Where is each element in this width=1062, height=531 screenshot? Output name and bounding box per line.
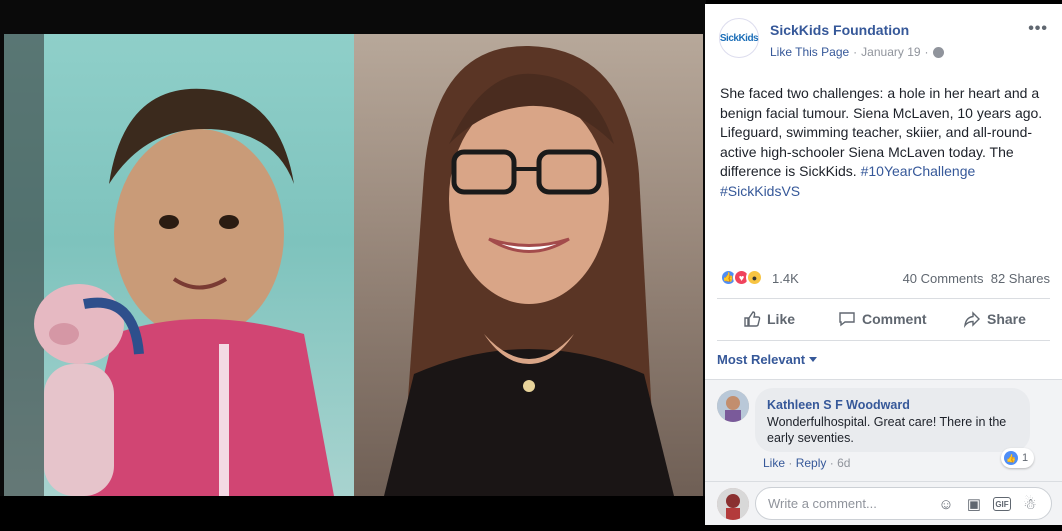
post-text: She faced two challenges: a hole in her … xyxy=(720,84,1050,201)
globe-icon xyxy=(932,46,944,58)
share-arrow-icon xyxy=(963,311,980,328)
comments-count[interactable]: 40 Comments xyxy=(903,271,984,286)
comments-section: Kathleen S F Woodward Wonderfulhospital.… xyxy=(705,379,1062,525)
divider xyxy=(717,340,1050,341)
comment-reaction-count: 1 xyxy=(1022,452,1029,464)
gif-icon[interactable]: GIF xyxy=(993,497,1011,511)
commenter-avatar[interactable] xyxy=(717,390,749,422)
comment-like-link[interactable]: Like xyxy=(763,456,785,470)
wow-reaction-icon: ● xyxy=(746,269,763,286)
comment-action-separator: · xyxy=(788,456,793,470)
comment-label: Comment xyxy=(862,311,927,327)
page-name-link[interactable]: SickKids Foundation xyxy=(770,22,909,38)
like-button[interactable]: Like xyxy=(743,310,795,328)
hashtag-sickkidsvs[interactable]: #SickKidsVS xyxy=(720,183,800,199)
page-avatar[interactable]: SickKids xyxy=(719,18,759,58)
camera-icon[interactable]: ▣ xyxy=(965,495,983,513)
reaction-icons[interactable]: 👍 ♥ ● xyxy=(720,269,763,286)
reaction-count[interactable]: 1.4K xyxy=(772,271,799,286)
photo-child-then xyxy=(4,34,354,496)
share-label: Share xyxy=(987,311,1026,327)
comment-sort-dropdown[interactable]: Most Relevant xyxy=(717,352,818,367)
like-label: Like xyxy=(767,311,796,327)
reactions-summary: 👍 ♥ ● 1.4K 40 Comments 82 Shares xyxy=(720,268,1050,288)
comment-action-separator-2: · xyxy=(829,456,834,470)
meta-separator: · xyxy=(853,45,858,59)
sticker-icon[interactable]: ☃ xyxy=(1021,495,1039,513)
comments-shares-count: 40 Comments 82 Shares xyxy=(903,271,1050,286)
comment-text: Wonderfulhospital. Great care! There in … xyxy=(767,415,1007,445)
like-page-link[interactable]: Like This Page xyxy=(770,45,849,59)
composer-icons: ☺ ▣ GIF ☃ xyxy=(937,495,1039,514)
comment-reply-link[interactable]: Reply xyxy=(796,456,827,470)
comment-actions: Like · Reply · 6d xyxy=(763,456,850,470)
comment-reaction-badge[interactable]: 👍 1 xyxy=(1001,448,1035,468)
comment-bubble: Kathleen S F Woodward Wonderfulhospital.… xyxy=(755,388,1030,452)
comment-time[interactable]: 6d xyxy=(837,456,850,470)
comment-author[interactable]: Kathleen S F Woodward xyxy=(767,398,1018,412)
shares-count[interactable]: 82 Shares xyxy=(991,271,1050,286)
teen-illustration xyxy=(384,45,674,496)
comment-bubble-icon xyxy=(839,312,855,327)
current-user-photo xyxy=(717,488,749,520)
thumbs-up-icon xyxy=(744,311,761,327)
current-user-avatar xyxy=(717,488,749,520)
hashtag-10yearchallenge[interactable]: #10YearChallenge xyxy=(861,163,976,179)
like-reaction-icon: 👍 xyxy=(1004,451,1018,465)
meta-separator-2: · xyxy=(924,45,929,59)
post-photo xyxy=(4,34,703,496)
photo-teen-now xyxy=(354,34,703,496)
page-avatar-logo: SickKids xyxy=(719,32,759,44)
photo-viewer[interactable] xyxy=(0,0,706,531)
comment-button[interactable]: Comment xyxy=(838,310,927,328)
post-meta: Like This Page · January 19 · xyxy=(770,45,944,59)
child-illustration xyxy=(4,34,334,496)
sort-label: Most Relevant xyxy=(717,352,806,367)
caret-down-icon xyxy=(809,357,818,362)
commenter-photo xyxy=(717,390,749,422)
more-options-button[interactable]: ••• xyxy=(1028,20,1048,38)
post-date[interactable]: January 19 xyxy=(861,45,920,59)
emoji-icon[interactable]: ☺ xyxy=(937,495,955,513)
post-actions: Like Comment Share xyxy=(705,304,1062,336)
share-button[interactable]: Share xyxy=(963,310,1026,328)
comment-composer: ☺ ▣ GIF ☃ xyxy=(705,481,1062,526)
divider xyxy=(717,298,1050,299)
post-sidebar: SickKids SickKids Foundation Like This P… xyxy=(705,4,1062,525)
photo-bottom-bar xyxy=(0,496,706,531)
post-header: SickKids SickKids Foundation Like This P… xyxy=(705,4,1062,74)
